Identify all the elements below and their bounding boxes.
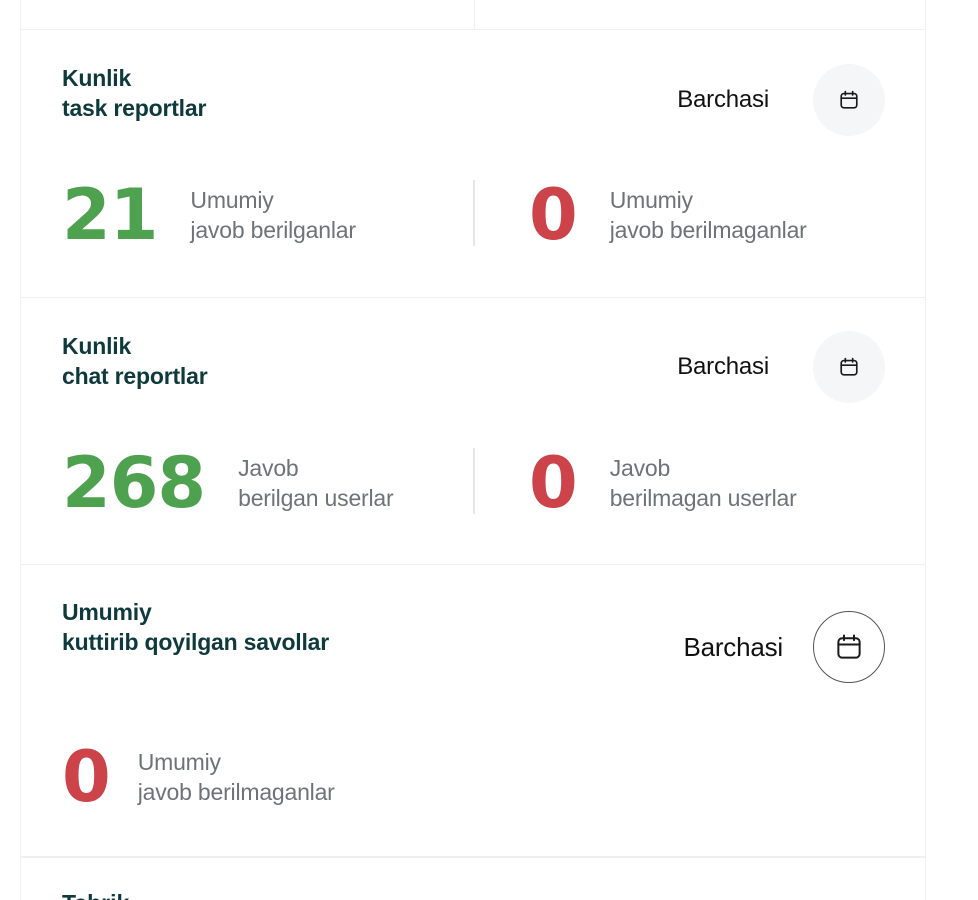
calendar-button[interactable] (813, 64, 885, 136)
stat-divider (474, 0, 475, 29)
stats-row: 0 Umumiy javob berilmaganlar (21, 742, 925, 812)
unanswered-count: 0 (62, 736, 111, 818)
card-title-line1: Kunlik (62, 333, 132, 359)
answered-count: 268 (62, 442, 206, 524)
answered-count: 21 (62, 174, 158, 256)
answered-label: Javob berilgan userlar (238, 453, 394, 513)
card-title-line2: kuttirib qoyilgan savollar (62, 629, 330, 655)
next-card-title: Tabrik (62, 890, 129, 900)
card-title-line2: task reportlar (62, 95, 207, 121)
stats-row: 21 Umumiy javob berilganlar 0 Umumiy jav… (21, 180, 925, 250)
calendar-button[interactable] (813, 331, 885, 403)
pending-questions-card: Umumiy kuttirib qoyilgan savollar Barcha… (20, 565, 926, 857)
calendar-icon (840, 90, 858, 109)
unanswered-count: 0 (528, 442, 578, 524)
unanswered-label-line2: javob berilmaganlar (137, 779, 335, 805)
unanswered-stat: 0 Umumiy javob berilmaganlar (473, 180, 925, 250)
previous-card-bottom (20, 0, 926, 30)
answered-stat: 21 Umumiy javob berilganlar (21, 180, 473, 250)
card-title: Kunlik task reportlar (62, 63, 206, 123)
stats-row: 268 Javob berilgan userlar 0 Javob beril… (21, 448, 925, 518)
view-all-link[interactable]: Barchasi (677, 86, 769, 114)
unanswered-stat: 0 Javob berilmagan userlar (473, 448, 925, 518)
answered-stat: 268 Javob berilgan userlar (21, 448, 473, 518)
unanswered-label-line1: Javob (609, 455, 671, 481)
unanswered-label: Javob berilmagan userlar (610, 453, 797, 513)
view-all-link[interactable]: Barchasi (683, 632, 783, 663)
view-all-pending-questions[interactable]: Barchasi (683, 611, 885, 683)
answered-label-line1: Javob (238, 455, 299, 481)
card-title-line1: Kunlik (62, 65, 132, 91)
calendar-icon (837, 634, 861, 659)
answered-label: Umumiy javob berilganlar (190, 185, 356, 245)
view-all-link[interactable]: Barchasi (677, 353, 769, 381)
chat-reports-card: Kunlik chat reportlar Barchasi 268 Javob… (20, 298, 926, 565)
card-title-line2: chat reportlar (62, 363, 208, 389)
card-title: Kunlik chat reportlar (62, 331, 208, 391)
view-all-task-reports[interactable]: Barchasi (677, 64, 885, 136)
dashboard-page: Kunlik task reportlar Barchasi 21 Umumiy… (0, 0, 978, 900)
answered-label-line2: berilgan userlar (238, 485, 394, 511)
unanswered-label-line2: berilmagan userlar (609, 485, 797, 511)
unanswered-label-line2: javob berilmaganlar (609, 217, 807, 243)
calendar-icon (840, 357, 858, 376)
card-title: Umumiy kuttirib qoyilgan savollar (62, 597, 329, 657)
unanswered-stat: 0 Umumiy javob berilmaganlar (21, 742, 621, 812)
task-reports-card: Kunlik task reportlar Barchasi 21 Umumiy… (20, 30, 926, 298)
next-card-peek: Tabrik (20, 857, 926, 900)
answered-label-line2: javob berilganlar (190, 217, 356, 243)
unanswered-count: 0 (528, 174, 578, 256)
view-all-chat-reports[interactable]: Barchasi (677, 331, 885, 403)
answered-label-line1: Umumiy (190, 187, 274, 213)
unanswered-label: Umumiy javob berilmaganlar (610, 185, 807, 245)
calendar-button[interactable] (813, 611, 885, 683)
unanswered-label: Umumiy javob berilmaganlar (138, 747, 335, 807)
unanswered-label-line1: Umumiy (137, 749, 221, 775)
card-title-line1: Umumiy (62, 599, 152, 625)
unanswered-label-line1: Umumiy (609, 187, 693, 213)
